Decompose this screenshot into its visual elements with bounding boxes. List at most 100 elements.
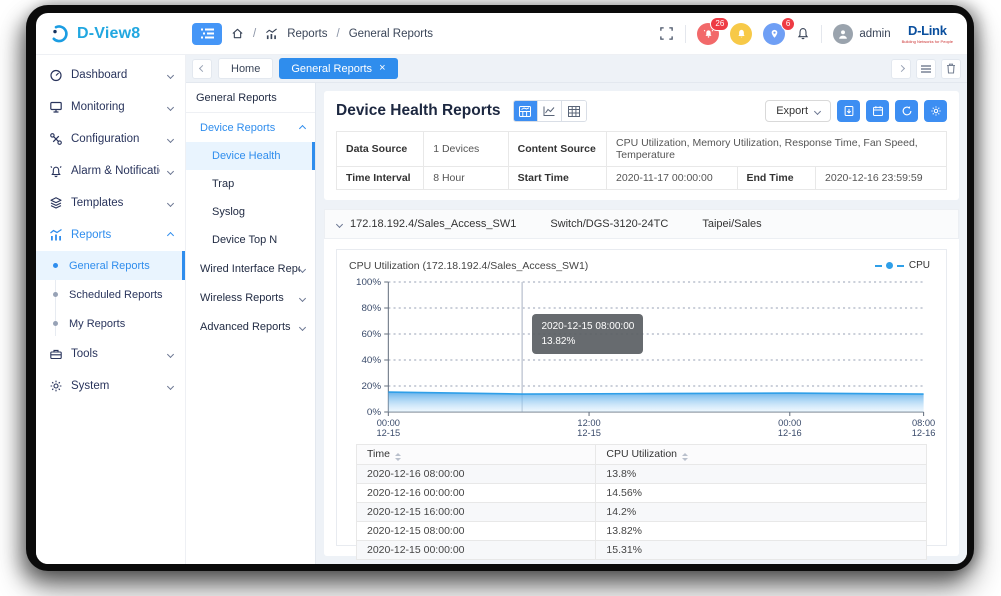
chevron-up-icon — [167, 231, 174, 238]
main-sidebar: Dashboard Monitoring Configuration — [36, 55, 186, 564]
table-view-button[interactable] — [562, 101, 586, 121]
chart-view-button[interactable] — [538, 101, 562, 121]
report-info-table: Data Source 1 Devices Content Source CPU… — [336, 131, 947, 190]
cell-time: 2020-12-16 00:00:00 — [357, 483, 596, 502]
info-value: 1 Devices — [424, 132, 508, 167]
save-report-button[interactable] — [837, 100, 860, 122]
breadcrumb: / Reports / General Reports — [186, 23, 659, 45]
info-row: Time Interval 8 Hour Start Time 2020-11-… — [337, 167, 947, 190]
svg-text:12:00: 12:00 — [577, 418, 600, 428]
chevron-up-icon — [299, 124, 306, 131]
chevron-left-icon — [198, 65, 205, 72]
tab-close-all-button[interactable] — [941, 59, 961, 79]
table-row: 2020-12-16 08:00:0013.8% — [357, 464, 927, 483]
report-actions: Export — [765, 100, 947, 122]
notification-bell-icon[interactable] — [796, 26, 810, 41]
chevron-right-icon — [897, 65, 904, 72]
sidebar-item-templates[interactable]: Templates — [36, 187, 185, 219]
tab-label: Home — [231, 63, 260, 75]
chevron-down-icon — [299, 265, 306, 272]
column-label: Time — [367, 448, 390, 460]
sidebar-label: Alarm & Notification — [71, 165, 160, 177]
tab-scroll-left-button[interactable] — [192, 59, 212, 79]
tree-group-device-reports[interactable]: Device Reports — [186, 113, 315, 142]
sidebar-sublabel: General Reports — [69, 260, 150, 272]
tree-item-label: Trap — [212, 178, 234, 190]
tools-icon — [49, 347, 63, 361]
warning-notification-button[interactable] — [730, 23, 752, 45]
tree-group-advanced-reports[interactable]: Advanced Reports — [186, 312, 315, 341]
cell-cpu: 14.2% — [596, 502, 927, 521]
table-row: 2020-12-16 00:00:0014.56% — [357, 483, 927, 502]
dlink-brand-text: D-Link — [908, 23, 947, 38]
cpu-utilization-chart[interactable]: 0%20%40%60%80%100%00:0012-1512:0012-1500… — [347, 272, 936, 442]
top-bar: D-View8 / Reports / General Reports — [36, 13, 967, 55]
cell-time: 2020-12-16 08:00:00 — [357, 464, 596, 483]
tree-group-wireless-reports[interactable]: Wireless Reports — [186, 283, 315, 312]
tab-bar: Home General Reports × — [186, 55, 967, 83]
sidebar-item-monitoring[interactable]: Monitoring — [36, 91, 185, 123]
user-menu[interactable]: admin — [833, 24, 890, 44]
sidebar-toggle-button[interactable] — [192, 23, 222, 45]
sidebar-item-dashboard[interactable]: Dashboard — [36, 59, 185, 91]
tree-group-wired-interface-reports[interactable]: Wired Interface Reports — [186, 254, 315, 283]
column-header-time[interactable]: Time — [357, 445, 596, 465]
sidebar-item-my-reports[interactable]: My Reports — [36, 309, 185, 338]
legend-dot-icon — [886, 262, 893, 269]
alarm-count-badge: 26 — [710, 17, 729, 31]
tree-item-device-top-n[interactable]: Device Top N — [186, 226, 315, 254]
tab-scroll-right-button[interactable] — [891, 59, 911, 79]
sidebar-item-system[interactable]: System — [36, 370, 185, 402]
info-label: Start Time — [508, 167, 606, 190]
tree-item-device-health[interactable]: Device Health — [186, 142, 315, 170]
alarm-notification-button[interactable]: 26 — [697, 23, 719, 45]
info-value: 8 Hour — [424, 167, 508, 190]
svg-text:100%: 100% — [356, 277, 381, 288]
sidebar-item-general-reports[interactable]: General Reports — [36, 251, 185, 280]
tree-item-syslog[interactable]: Syslog — [186, 198, 315, 226]
close-icon[interactable]: × — [379, 63, 385, 74]
settings-button[interactable] — [924, 100, 947, 122]
sidebar-item-tools[interactable]: Tools — [36, 338, 185, 370]
sidebar-item-configuration[interactable]: Configuration — [36, 123, 185, 155]
username: admin — [859, 28, 890, 40]
device-model: Switch/DGS-3120-24TC — [550, 218, 668, 230]
sidebar-item-scheduled-reports[interactable]: Scheduled Reports — [36, 280, 185, 309]
location-count-badge: 6 — [781, 17, 795, 31]
fullscreen-icon[interactable] — [659, 26, 674, 41]
info-label: Data Source — [337, 132, 424, 167]
tree-group-label: Device Reports — [200, 122, 300, 134]
svg-text:00:00: 00:00 — [778, 418, 801, 428]
column-header-cpu[interactable]: CPU Utilization — [596, 445, 927, 465]
chevron-down-icon — [167, 71, 174, 78]
dlink-tagline: Building Networks for People — [902, 40, 953, 44]
export-button[interactable]: Export — [765, 100, 831, 122]
device-section-header[interactable]: 172.18.192.4/Sales_Access_SW1 Switch/DGS… — [324, 209, 959, 239]
column-label: CPU Utilization — [606, 448, 677, 460]
cell-cpu: 13.82% — [596, 521, 927, 540]
legend-cpu[interactable]: CPU — [875, 260, 934, 271]
tree-item-trap[interactable]: Trap — [186, 170, 315, 198]
reports-tree-panel: General Reports Device Reports Device He… — [186, 83, 316, 564]
refresh-button[interactable] — [895, 100, 918, 122]
sidebar-item-reports[interactable]: Reports — [36, 219, 185, 251]
home-icon[interactable] — [231, 27, 244, 40]
chart-tooltip: 2020-12-15 08:00:00 13.82% — [532, 314, 643, 354]
tab-general-reports[interactable]: General Reports × — [279, 58, 397, 79]
schedule-button[interactable] — [866, 100, 889, 122]
location-notification-button[interactable]: 6 — [763, 23, 785, 45]
breadcrumb-reports[interactable]: Reports — [287, 28, 327, 40]
tree-item-label: Device Top N — [212, 234, 277, 246]
tree-list-icon — [201, 28, 214, 39]
calendar-icon — [872, 105, 884, 117]
tab-menu-button[interactable] — [916, 59, 936, 79]
chevron-down-icon — [167, 103, 174, 110]
tab-home[interactable]: Home — [218, 58, 273, 79]
templates-icon — [49, 196, 63, 210]
chart-title: CPU Utilization (172.18.192.4/Sales_Acce… — [349, 260, 588, 272]
table-row: 2020-12-15 16:00:0014.2% — [357, 502, 927, 521]
sidebar-sublabel: Scheduled Reports — [69, 289, 163, 301]
sidebar-item-alarm-notification[interactable]: Alarm & Notification — [36, 155, 185, 187]
combined-view-button[interactable] — [514, 101, 538, 121]
app-logo: D-View8 — [36, 24, 186, 44]
